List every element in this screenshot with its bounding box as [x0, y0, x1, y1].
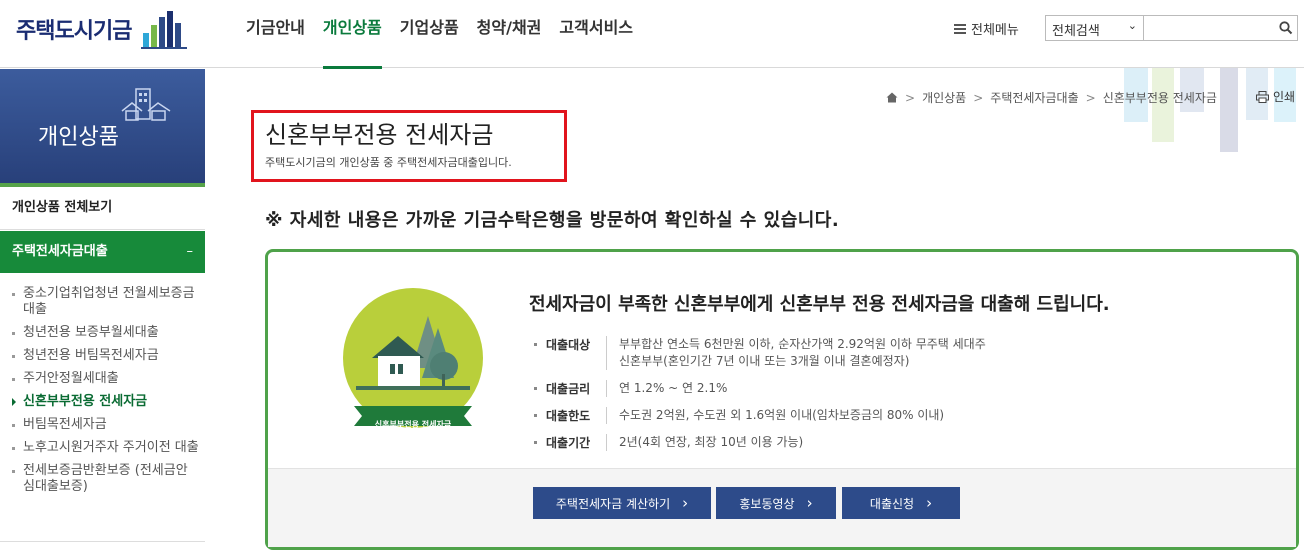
- chevron-down-icon: ⌄: [1127, 19, 1137, 32]
- info-row-period: 대출기간 2년(4회 연장, 최장 10년 이용 가능): [532, 434, 803, 451]
- info-value-line: 신혼부부(혼인기간 7년 이내 또는 3개월 이내 결혼예정자): [619, 354, 910, 368]
- info-label: 대출한도: [532, 407, 606, 424]
- main-navigation: 기금안내 개인상품 기업상품 청약/채권 고객서비스: [246, 0, 651, 69]
- sidebar-item[interactable]: 전세보증금반환보증 (전세금안심대출보증): [0, 463, 205, 495]
- nav-personal-products[interactable]: 개인상품: [322, 0, 382, 69]
- info-divider: [606, 336, 607, 370]
- hamburger-icon: [954, 23, 966, 34]
- print-label: 인쇄: [1273, 90, 1296, 104]
- info-row-target: 대출대상 부부합산 연소득 6천만원 이하, 순자산가액 2.92억원 이하 무…: [532, 336, 986, 370]
- info-value: 연 1.2% ~ 연 2.1%: [619, 381, 728, 395]
- nav-fund-info[interactable]: 기금안내: [246, 0, 305, 68]
- info-value-line: 부부합산 연소득 6천만원 이하, 순자산가액 2.92억원 이하 무주택 세대…: [619, 337, 986, 351]
- sidebar-accent-bar: [0, 183, 205, 187]
- badge-label: 신혼부부전용 전세자금: [374, 420, 452, 429]
- chevron-right-icon: ›: [806, 494, 813, 512]
- notice-text: ※ 자세한 내용은 가까운 기금수탁은행을 방문하여 확인하실 수 있습니다.: [265, 210, 840, 231]
- breadcrumb-separator: >: [905, 90, 916, 105]
- logo-mark-icon: [141, 9, 188, 49]
- sidebar-item[interactable]: 버팀목전세자금: [0, 417, 205, 433]
- button-label: 대출신청: [869, 496, 915, 511]
- sidebar-banner: 개인상품: [0, 69, 205, 183]
- chevron-right-icon: ›: [926, 494, 933, 512]
- sidebar-category-jeonse-loan[interactable]: 주택전세자금대출 –: [0, 231, 205, 273]
- nav-customer-service[interactable]: 고객서비스: [559, 0, 633, 68]
- page-subtitle: 주택도시기금의 개인상품 중 주택전세자금대출입니다.: [265, 156, 512, 169]
- product-heading: 전세자금이 부족한 신혼부부에게 신혼부부 전용 전세자금을 대출해 드립니다.: [529, 294, 1110, 315]
- site-logo[interactable]: 주택도시기금: [16, 8, 188, 50]
- newlywed-house-badge-icon: [343, 288, 483, 428]
- sidebar-item[interactable]: 중소기업취업청년 전월세보증금대출: [0, 286, 205, 318]
- sidebar-divider: [0, 541, 205, 542]
- chevron-right-icon: ›: [682, 494, 689, 512]
- collapse-icon: –: [186, 244, 194, 259]
- info-value: 2년(4회 연장, 최장 10년 이용 가능): [619, 435, 804, 449]
- print-button[interactable]: 인쇄: [1256, 88, 1295, 105]
- breadcrumb-current: 신혼부부전용 전세자금: [1102, 91, 1217, 105]
- info-label: 대출기간: [532, 434, 606, 451]
- info-divider: [606, 407, 607, 424]
- logo-text: 주택도시기금: [16, 19, 132, 44]
- sidebar-item[interactable]: 노후고시원거주자 주거이전 대출: [0, 440, 205, 456]
- sidebar-category-label: 주택전세자금대출: [12, 244, 108, 259]
- info-value: 수도권 2억원, 수도권 외 1.6억원 이내(임차보증금의 80% 이내): [619, 408, 945, 422]
- breadcrumb: > 개인상품 > 주택전세자금대출 > 신혼부부전용 전세자금: [886, 89, 1217, 106]
- nav-subscription-bonds[interactable]: 청약/채권: [477, 0, 542, 68]
- sidebar-item[interactable]: 청년전용 보증부월세대출: [0, 325, 205, 341]
- all-menu-label: 전체메뉴: [971, 23, 1019, 38]
- breadcrumb-separator: >: [1085, 90, 1096, 105]
- search-scope-value: 전체검색: [1052, 24, 1100, 39]
- printer-icon: [1256, 90, 1269, 103]
- search-icon: [1279, 21, 1293, 35]
- sidebar-item-active[interactable]: 신혼부부전용 전세자금: [0, 394, 205, 410]
- breadcrumb-separator: >: [973, 90, 984, 105]
- info-value: 부부합산 연소득 6천만원 이하, 순자산가액 2.92억원 이하 무주택 세대…: [619, 336, 986, 370]
- button-label: 홍보동영상: [739, 496, 795, 511]
- info-divider: [606, 434, 607, 451]
- nav-corporate-products[interactable]: 기업상품: [400, 0, 459, 68]
- info-row-rate: 대출금리 연 1.2% ~ 연 2.1%: [532, 380, 727, 397]
- all-menu-button[interactable]: 전체메뉴: [954, 19, 1019, 38]
- search-button[interactable]: [1274, 15, 1298, 41]
- search-scope-select[interactable]: 전체검색 ⌄: [1045, 15, 1144, 41]
- promo-video-button[interactable]: 홍보동영상 ›: [716, 487, 836, 519]
- info-row-limit: 대출한도 수도권 2억원, 수도권 외 1.6억원 이내(임차보증금의 80% …: [532, 407, 944, 424]
- sidebar-item[interactable]: 청년전용 버팀목전세자금: [0, 348, 205, 364]
- info-label: 대출금리: [532, 380, 606, 397]
- loan-apply-button[interactable]: 대출신청 ›: [842, 487, 960, 519]
- home-icon[interactable]: [886, 92, 898, 103]
- building-icon: [121, 88, 171, 121]
- jeonse-calculator-button[interactable]: 주택전세자금 계산하기 ›: [533, 487, 711, 519]
- info-label: 대출대상: [532, 336, 606, 370]
- sidebar-item[interactable]: 주거안정월세대출: [0, 371, 205, 387]
- breadcrumb-item[interactable]: 개인상품: [922, 89, 966, 106]
- sidebar-all-products-link[interactable]: 개인상품 전체보기: [0, 188, 205, 230]
- sidebar-submenu: 중소기업취업청년 전월세보증금대출 청년전용 보증부월세대출 청년전용 버팀목전…: [0, 286, 205, 502]
- site-header: 주택도시기금 기금안내 개인상품 기업상품 청약/채권 고객서비스 전체메뉴 전…: [0, 0, 1304, 69]
- sidebar-title: 개인상품: [38, 125, 119, 150]
- breadcrumb-item[interactable]: 주택전세자금대출: [990, 89, 1078, 106]
- page-title: 신혼부부전용 전세자금: [265, 121, 494, 149]
- button-label: 주택전세자금 계산하기: [555, 496, 671, 511]
- info-divider: [606, 380, 607, 397]
